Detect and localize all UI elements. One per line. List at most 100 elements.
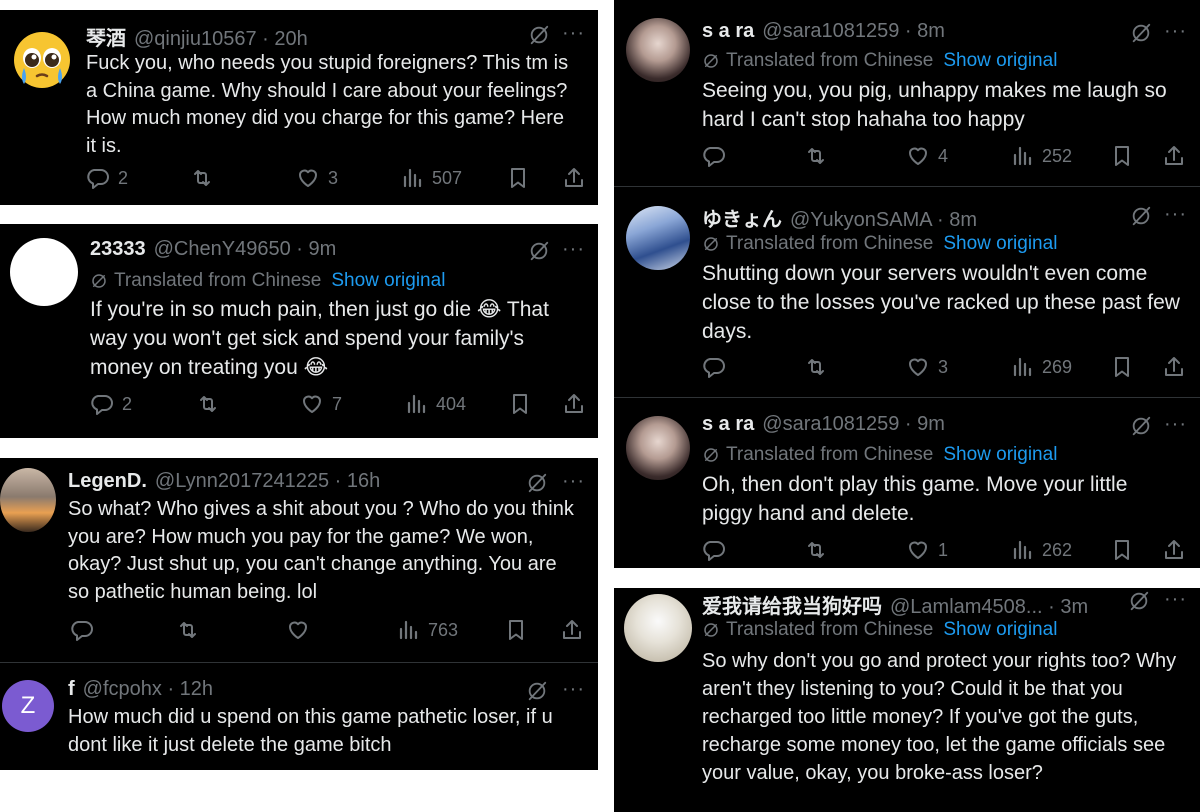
avatar-emoji[interactable]	[10, 28, 74, 92]
views-button[interactable]: 269	[1010, 355, 1072, 379]
share-button[interactable]	[1162, 538, 1186, 562]
more-icon[interactable]: ···	[1164, 203, 1187, 226]
reply-icon	[702, 538, 726, 562]
grok-icon[interactable]	[1128, 590, 1150, 612]
avatar-photo[interactable]	[626, 206, 690, 270]
username-timestamp[interactable]: @YukyonSAMA · 8m	[790, 209, 977, 232]
avatar-photo[interactable]	[0, 468, 56, 532]
show-original-link[interactable]: Show original	[943, 50, 1057, 72]
avatar-letter[interactable]: Z	[2, 680, 54, 732]
show-original-link[interactable]: Show original	[943, 444, 1057, 466]
reply-icon	[702, 144, 726, 168]
more-icon[interactable]: ···	[562, 470, 585, 493]
tweet-text: If you're in so much pain, then just go …	[90, 298, 549, 379]
username-timestamp[interactable]: @sara1081259 · 9m	[762, 413, 945, 436]
bookmark-button[interactable]	[504, 618, 528, 642]
username-timestamp[interactable]: @Lynn2017241225 · 16h	[155, 470, 380, 493]
display-name[interactable]: f	[68, 678, 75, 701]
share-button[interactable]	[1162, 144, 1186, 168]
like-button[interactable]: 1	[906, 538, 948, 562]
grok-icon[interactable]	[1130, 205, 1152, 227]
translated-text: Translated from Chinese	[114, 270, 322, 291]
bookmark-icon	[504, 618, 528, 642]
retweet-button[interactable]	[176, 618, 200, 642]
tweet-text: How much did u spend on this game pathet…	[68, 706, 553, 756]
share-button[interactable]	[560, 618, 584, 642]
display-name[interactable]: LegenD.	[68, 470, 147, 493]
avatar-photo[interactable]	[624, 594, 692, 662]
tweet-header: f @fcpohx · 12h	[68, 678, 213, 701]
like-button[interactable]	[286, 618, 310, 642]
reply-button[interactable]	[702, 355, 726, 379]
retweet-button[interactable]	[804, 538, 828, 562]
tweet-header: 琴酒 @qinjiu10567 · 20h	[86, 22, 308, 51]
avatar-photo[interactable]	[626, 18, 690, 82]
reply-button[interactable]: 2	[90, 392, 132, 416]
reply-button[interactable]	[702, 144, 726, 168]
like-count: 7	[332, 393, 343, 414]
avatar-blank[interactable]	[10, 238, 78, 306]
views-button[interactable]: 262	[1010, 538, 1072, 562]
grok-icon[interactable]	[1130, 415, 1152, 437]
share-button[interactable]	[562, 166, 586, 190]
share-button[interactable]	[1162, 355, 1186, 379]
display-name[interactable]: ゆきょん	[702, 203, 782, 232]
more-icon[interactable]: ···	[562, 238, 585, 261]
reply-button[interactable]	[70, 618, 94, 642]
more-icon[interactable]: ···	[1164, 413, 1187, 436]
username-timestamp[interactable]: @qinjiu10567 · 20h	[134, 28, 308, 51]
tweet-header: LegenD. @Lynn2017241225 · 16h	[68, 470, 380, 493]
like-button[interactable]: 3	[906, 355, 948, 379]
show-original-link[interactable]: Show original	[943, 619, 1057, 641]
grok-icon[interactable]	[1130, 22, 1152, 44]
display-name[interactable]: 23333	[90, 238, 146, 261]
username-timestamp[interactable]: @sara1081259 · 8m	[762, 20, 945, 43]
more-icon[interactable]: ···	[562, 678, 585, 701]
bookmark-button[interactable]	[1110, 144, 1134, 168]
show-original-link[interactable]: Show original	[943, 233, 1057, 255]
views-button[interactable]: 252	[1010, 144, 1072, 168]
retweet-button[interactable]	[804, 144, 828, 168]
retweet-button[interactable]	[196, 392, 220, 416]
display-name[interactable]: 爱我请给我当狗好吗	[702, 590, 882, 619]
translated-text: Translated from Chinese	[726, 50, 934, 71]
share-icon	[1162, 144, 1186, 168]
views-button[interactable]: 763	[396, 618, 458, 642]
retweet-button[interactable]	[804, 355, 828, 379]
like-button[interactable]: 4	[906, 144, 948, 168]
bookmark-button[interactable]	[1110, 355, 1134, 379]
grok-icon[interactable]	[528, 24, 550, 46]
avatar-photo[interactable]	[626, 416, 690, 480]
display-name[interactable]: s a ra	[702, 413, 754, 436]
more-icon[interactable]: ···	[1164, 588, 1187, 611]
like-button[interactable]: 3	[296, 166, 338, 190]
bookmark-button[interactable]	[506, 166, 530, 190]
retweet-icon	[804, 355, 828, 379]
username-timestamp[interactable]: @Lamlam4508... · 3m	[890, 596, 1088, 619]
grok-icon[interactable]	[526, 680, 548, 702]
views-button[interactable]: 404	[404, 392, 466, 416]
bookmark-icon	[506, 166, 530, 190]
username-timestamp[interactable]: @fcpohx · 12h	[83, 678, 213, 701]
share-icon	[560, 618, 584, 642]
translated-label: Translated from Chinese Show original	[90, 270, 445, 292]
username-timestamp[interactable]: @ChenY49650 · 9m	[154, 238, 337, 261]
reply-button[interactable]	[702, 538, 726, 562]
more-icon[interactable]: ···	[562, 22, 585, 45]
retweet-button[interactable]	[190, 166, 214, 190]
display-name[interactable]: s a ra	[702, 20, 754, 43]
show-original-link[interactable]: Show original	[331, 270, 445, 292]
grok-icon[interactable]	[528, 240, 550, 262]
bookmark-button[interactable]	[508, 392, 532, 416]
action-bar: 2 7 404	[0, 392, 598, 422]
like-button[interactable]: 7	[300, 392, 342, 416]
action-bar: 2 3 507	[0, 166, 598, 196]
bookmark-button[interactable]	[1110, 538, 1134, 562]
grok-icon[interactable]	[526, 472, 548, 494]
more-icon[interactable]: ···	[1164, 20, 1187, 43]
display-name[interactable]: 琴酒	[86, 22, 126, 51]
share-button[interactable]	[562, 392, 586, 416]
like-count: 4	[938, 145, 949, 166]
views-button[interactable]: 507	[400, 166, 462, 190]
reply-button[interactable]: 2	[86, 166, 128, 190]
